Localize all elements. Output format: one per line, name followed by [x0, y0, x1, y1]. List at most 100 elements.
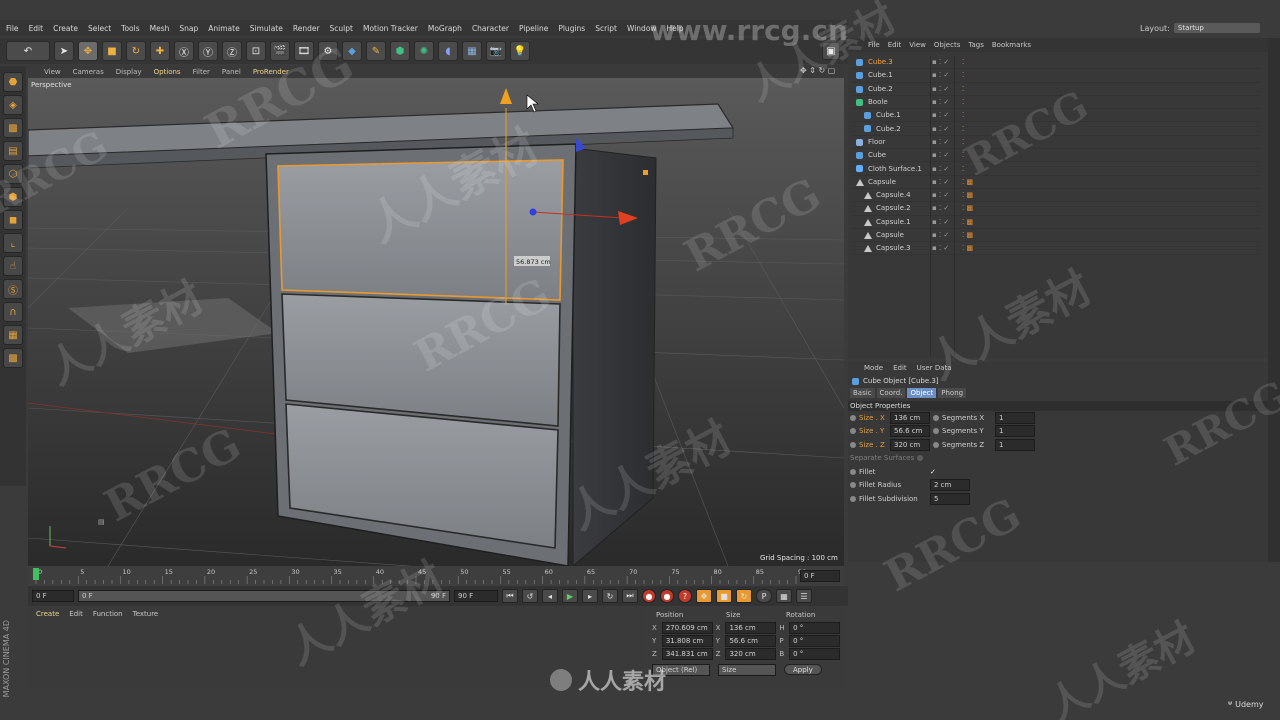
menu-sculpt[interactable]: Sculpt	[330, 24, 353, 33]
pen-spline-icon[interactable]: ✎	[366, 41, 386, 61]
object-row[interactable]: Cube.2 ▪ ⁚ ✓ ⁚	[852, 83, 1260, 96]
object-name[interactable]: Capsule.1	[876, 218, 911, 226]
visibility-toggle-icon[interactable]: ▪ ⁚ ✓	[932, 231, 949, 239]
object-row[interactable]: Capsule.2 ▪ ⁚ ✓ ⁚ ▩	[852, 202, 1260, 216]
object-row[interactable]: Cube.3 ▪ ⁚ ✓ ⁚	[852, 56, 1260, 70]
object-name[interactable]: Capsule.3	[876, 244, 911, 252]
object-row[interactable]: Cube ▪ ⁚ ✓ ⁚	[852, 149, 1260, 163]
attribute-menu-mode[interactable]: Mode	[864, 364, 883, 372]
objects-menu-file[interactable]: File	[868, 41, 880, 49]
key-scale-icon[interactable]: ■	[716, 589, 732, 603]
animate-dot-icon[interactable]	[933, 428, 939, 435]
visibility-toggle-icon[interactable]: ▪ ⁚ ✓	[932, 138, 949, 146]
tweak-mode-icon[interactable]: ☝	[3, 256, 23, 276]
timeline-menu-icon[interactable]: ☰	[796, 589, 812, 603]
add-icon[interactable]: ✚	[150, 41, 170, 61]
animate-dot-icon[interactable]	[933, 414, 939, 421]
coords-size-dropdown[interactable]: Size	[718, 663, 776, 676]
animate-dot-icon[interactable]	[850, 428, 856, 435]
play-icon[interactable]: ▶	[562, 589, 578, 603]
record-icon[interactable]: ●	[642, 589, 656, 603]
object-tags-icon[interactable]: ⁚ ▩	[962, 204, 973, 212]
y-axis-icon[interactable]: Ⓨ	[198, 41, 218, 61]
object-name[interactable]: Cube.1	[876, 111, 901, 119]
visibility-toggle-icon[interactable]: ▪ ⁚ ✓	[932, 178, 949, 186]
right-tab-strip[interactable]	[1268, 38, 1280, 562]
planar-workplane-icon[interactable]: ▩	[3, 348, 23, 368]
key-parameter-icon[interactable]: P	[756, 589, 772, 603]
object-tags-icon[interactable]: ⁚	[962, 151, 964, 159]
cloner-icon[interactable]: ✺	[414, 41, 434, 61]
visibility-toggle-icon[interactable]: ▪ ⁚ ✓	[932, 218, 949, 226]
menu-snap[interactable]: Snap	[179, 24, 198, 33]
visibility-toggle-icon[interactable]: ▪ ⁚ ✓	[932, 111, 949, 119]
position-field[interactable]: 270.609 cm	[661, 621, 713, 634]
texture-mode-icon[interactable]: ▩	[3, 118, 23, 138]
animate-dot-icon[interactable]	[850, 441, 856, 448]
polygons-mode-icon[interactable]: ◼	[3, 210, 23, 230]
animate-dot-icon[interactable]	[850, 414, 856, 421]
size-field[interactable]: 56.6 cm	[890, 425, 930, 438]
playhead[interactable]	[33, 568, 39, 580]
next-key-icon[interactable]: ↻	[602, 589, 618, 603]
object-name[interactable]: Boole	[868, 98, 888, 106]
object-name[interactable]: Capsule.4	[876, 191, 911, 199]
snap-icon[interactable]: Ⓢ	[3, 279, 23, 299]
object-name[interactable]: Cube.1	[868, 71, 893, 79]
object-name[interactable]: Cube	[868, 151, 886, 159]
objects-menu-objects[interactable]: Objects	[934, 41, 960, 49]
tab-basic[interactable]: Basic	[850, 388, 875, 398]
object-name[interactable]: Cube.2	[868, 85, 893, 93]
objects-menu-view[interactable]: View	[909, 41, 926, 49]
object-tags-icon[interactable]: ⁚	[962, 111, 964, 119]
viewport-menu-panel[interactable]: Panel	[222, 68, 241, 76]
menu-simulate[interactable]: Simulate	[250, 24, 283, 33]
object-tags-icon[interactable]: ⁚	[962, 165, 964, 173]
object-row[interactable]: Cube.2 ▪ ⁚ ✓ ⁚	[852, 122, 1260, 136]
fillet-radius-field[interactable]: 2 cm	[930, 479, 970, 492]
menu-animate[interactable]: Animate	[208, 24, 239, 33]
visibility-toggle-icon[interactable]: ▪ ⁚ ✓	[932, 165, 949, 173]
attribute-menu-edit[interactable]: Edit	[893, 364, 907, 372]
material-menu-create[interactable]: Create	[36, 610, 59, 618]
key-rotation-icon[interactable]: ↻	[736, 589, 752, 603]
timeline-ruler[interactable]: 051015202530354045505560657075808590	[28, 566, 844, 586]
material-menu-texture[interactable]: Texture	[133, 610, 159, 618]
viewport-menu-cameras[interactable]: Cameras	[73, 68, 104, 76]
render-picture-viewer-icon[interactable]: 🎞	[294, 41, 314, 61]
viewport-menu-filter[interactable]: Filter	[193, 68, 210, 76]
fillet-checkbox[interactable]: ✓	[930, 468, 936, 476]
key-pla-icon[interactable]: ▦	[776, 589, 792, 603]
visibility-toggle-icon[interactable]: ▪ ⁚ ✓	[932, 244, 949, 252]
menu-create[interactable]: Create	[53, 24, 78, 33]
visibility-toggle-icon[interactable]: ▪ ⁚ ✓	[932, 71, 949, 79]
object-row[interactable]: Boole ▪ ⁚ ✓ ⁚	[852, 96, 1260, 110]
object-tags-icon[interactable]: ⁚ ▩	[962, 191, 973, 199]
visibility-toggle-icon[interactable]: ▪ ⁚ ✓	[932, 125, 949, 133]
size-field[interactable]: 320 cm	[890, 438, 930, 451]
workplane-icon[interactable]: ▤	[3, 141, 23, 161]
segments-field[interactable]: 1	[995, 425, 1035, 438]
rotation-field[interactable]: 0 °	[789, 634, 840, 647]
rotation-field[interactable]: 0 °	[789, 647, 840, 660]
menu-mograph[interactable]: MoGraph	[428, 24, 462, 33]
timeline-current-frame[interactable]: 0 F	[800, 570, 840, 582]
menu-select[interactable]: Select	[88, 24, 111, 33]
visibility-toggle-icon[interactable]: ▪ ⁚ ✓	[932, 58, 949, 66]
menu-tools[interactable]: Tools	[121, 24, 139, 33]
size-field[interactable]: 320 cm	[725, 647, 777, 660]
object-row[interactable]: Cube.1 ▪ ⁚ ✓ ⁚	[852, 109, 1260, 123]
material-menu-function[interactable]: Function	[93, 610, 123, 618]
object-name[interactable]: Cloth Surface.1	[868, 165, 922, 173]
rotate-icon[interactable]: ↻	[126, 41, 146, 61]
visibility-toggle-icon[interactable]: ▪ ⁚ ✓	[932, 98, 949, 106]
deformer-icon[interactable]: ◖	[438, 41, 458, 61]
size-field[interactable]: 56.6 cm	[725, 634, 777, 647]
segments-field[interactable]: 1	[995, 411, 1035, 424]
layout-dropdown[interactable]: Startup	[1173, 23, 1260, 33]
position-field[interactable]: 31.808 cm	[661, 634, 713, 647]
render-settings-icon[interactable]: ⚙	[318, 41, 338, 61]
menu-character[interactable]: Character	[472, 24, 509, 33]
frame-range-slider[interactable]: 0 F 90 F	[78, 590, 450, 602]
objects-menu-edit[interactable]: Edit	[888, 41, 902, 49]
